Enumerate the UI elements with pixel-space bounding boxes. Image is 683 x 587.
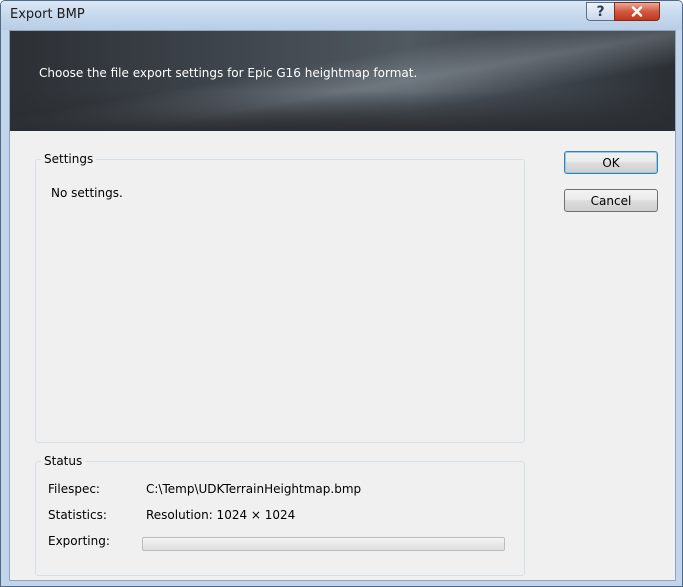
filespec-label: Filespec: (48, 482, 100, 496)
help-button[interactable]: ? (586, 2, 614, 21)
dialog-content: Choose the file export settings for Epic… (9, 30, 676, 581)
no-settings-text: No settings. (51, 186, 123, 200)
settings-group: Settings No settings. (35, 152, 525, 443)
export-bmp-dialog: Export BMP ? Choose the file export sett… (0, 0, 683, 587)
banner-instructions: Choose the file export settings for Epic… (39, 66, 418, 80)
cancel-button[interactable]: Cancel (564, 189, 658, 212)
settings-legend: Settings (41, 152, 97, 166)
export-progress-bar (142, 537, 505, 551)
statistics-value: Resolution: 1024 × 1024 (146, 508, 296, 522)
statistics-label: Statistics: (48, 508, 107, 522)
close-button[interactable] (614, 2, 660, 21)
window-title: Export BMP (10, 7, 85, 22)
ok-button[interactable]: OK (564, 151, 658, 174)
filespec-value: C:\Temp\UDKTerrainHeightmap.bmp (146, 482, 362, 496)
close-icon (631, 6, 643, 17)
status-group: Status Filespec: C:\Temp\UDKTerrainHeigh… (35, 454, 525, 576)
status-legend: Status (41, 454, 86, 468)
exporting-label: Exporting: (48, 534, 110, 548)
header-banner: Choose the file export settings for Epic… (10, 31, 675, 131)
title-bar[interactable]: Export BMP ? (1, 1, 682, 30)
help-icon: ? (596, 3, 605, 20)
